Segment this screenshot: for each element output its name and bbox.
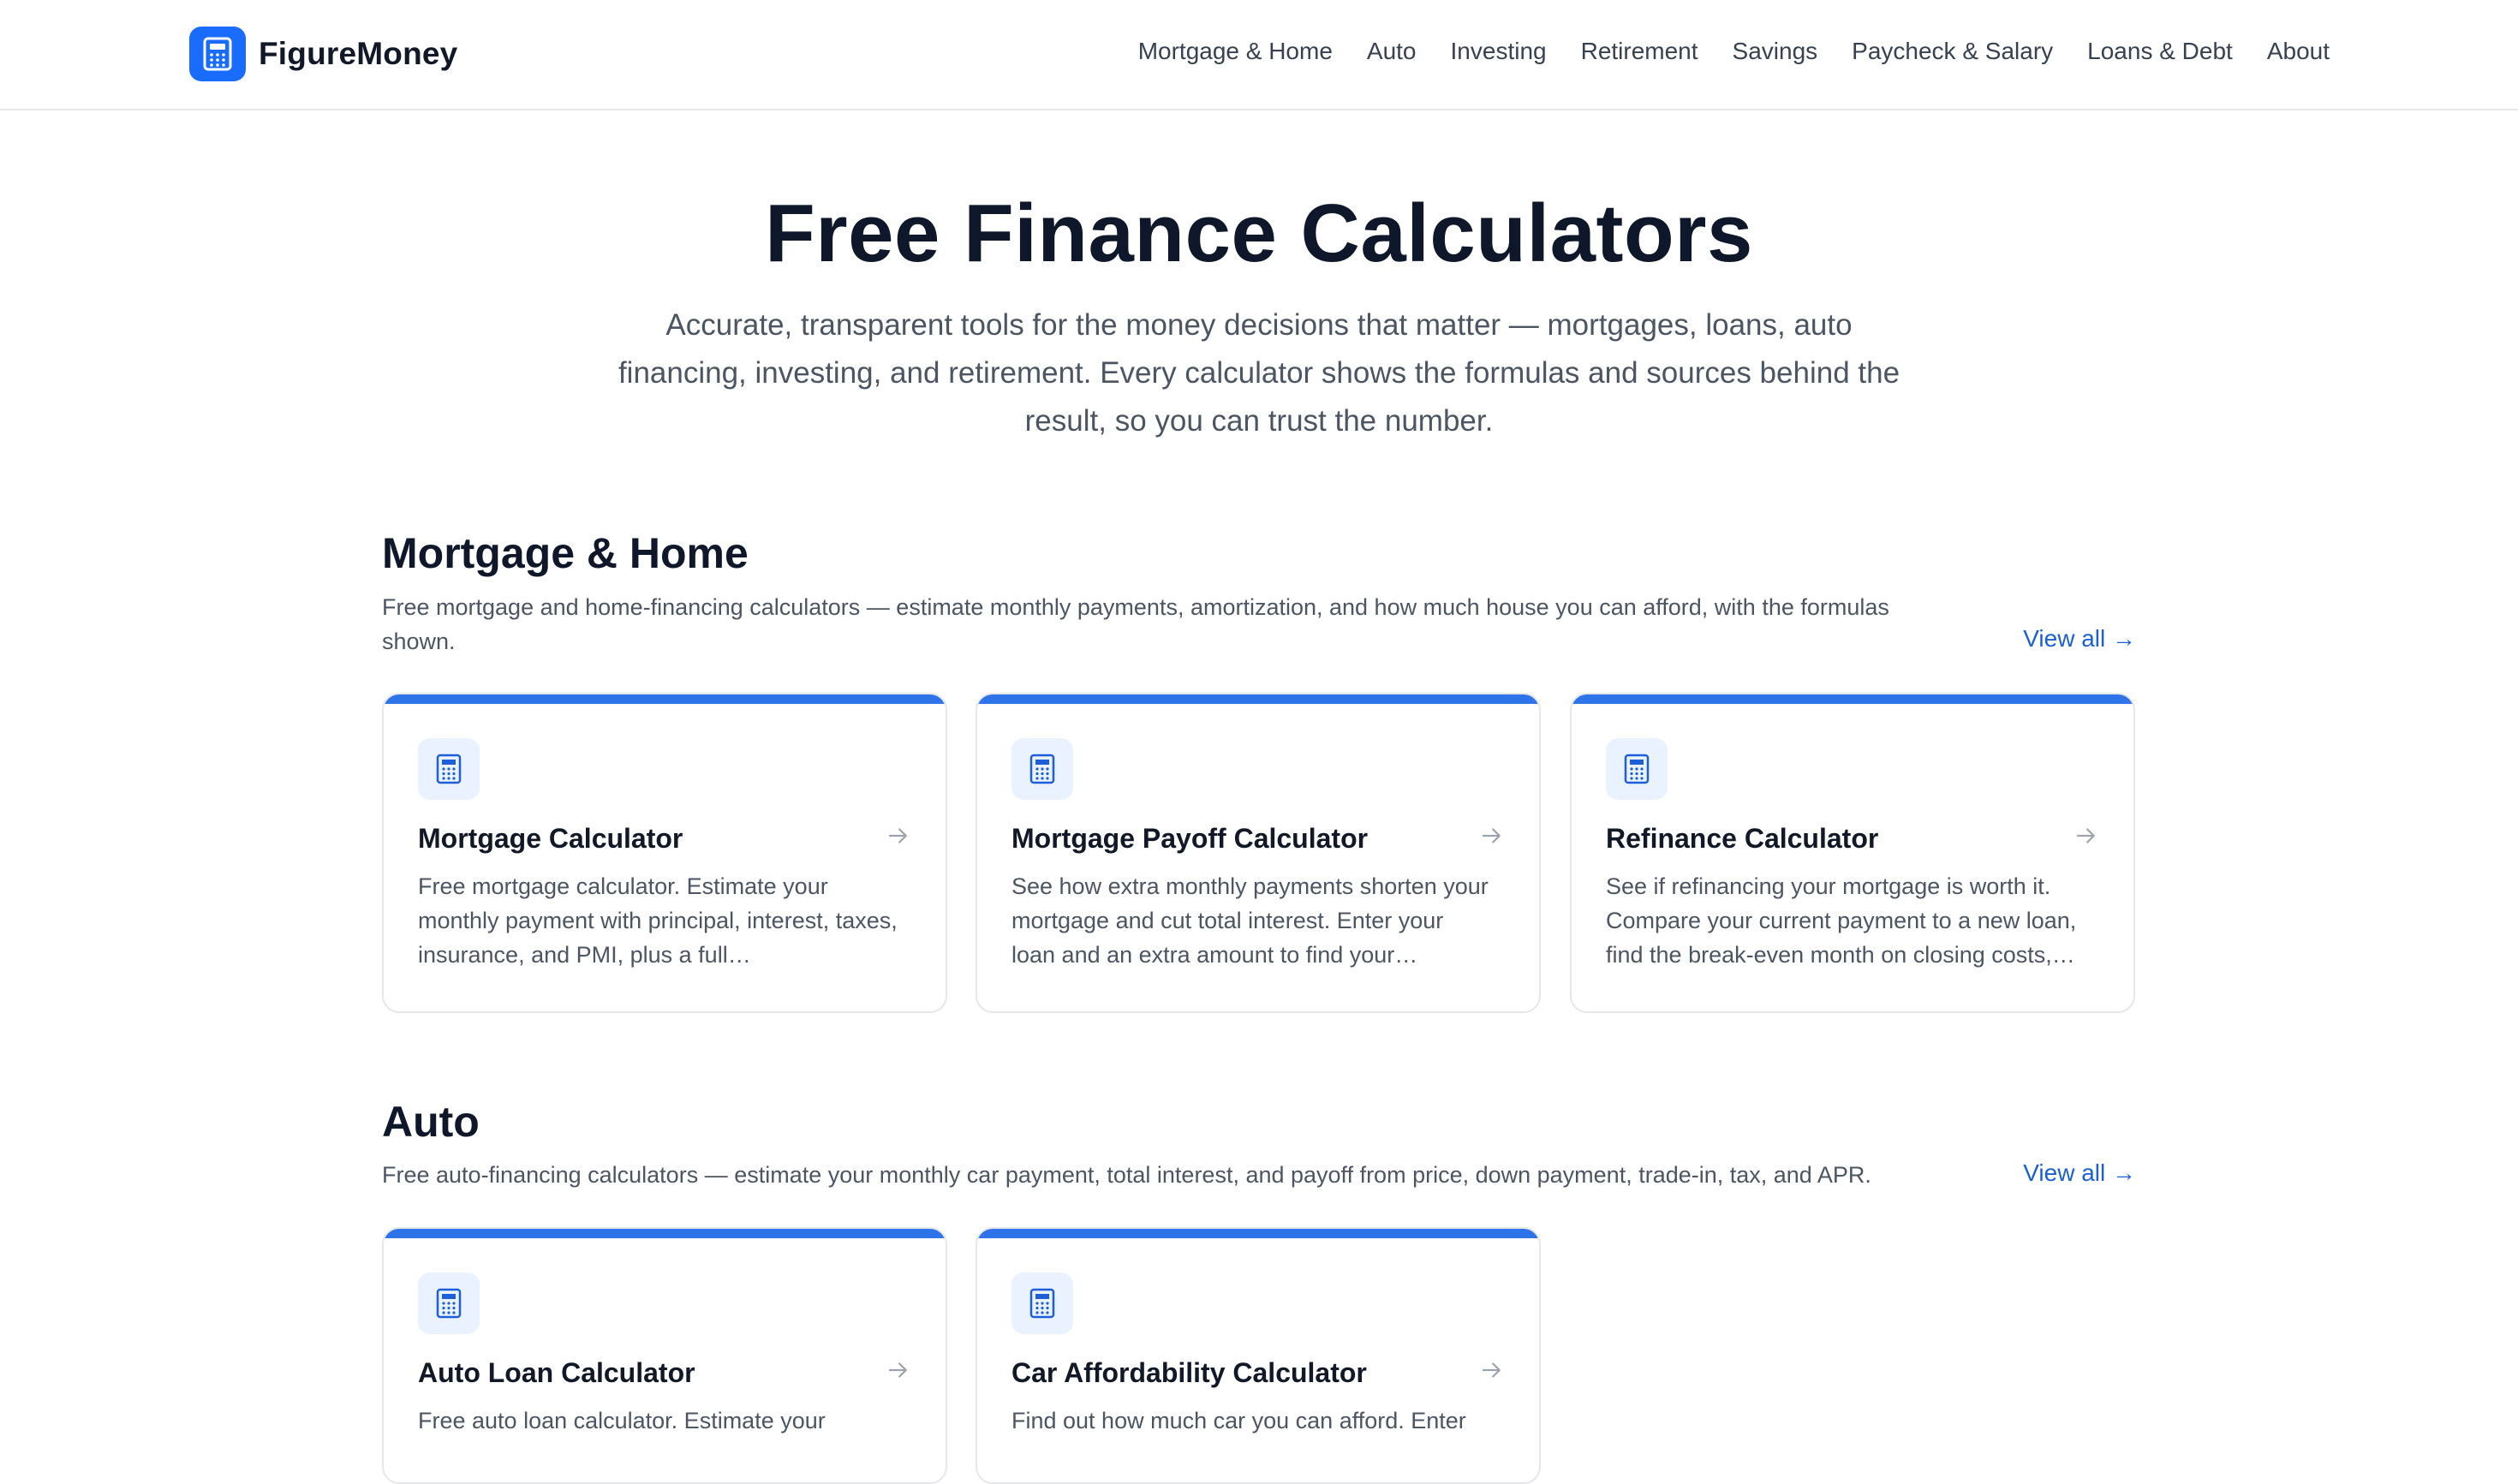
card-title: Auto Loan Calculator <box>418 1357 695 1388</box>
site-header: FigureMoney Mortgage & Home Auto Investi… <box>0 0 2518 110</box>
card-title: Car Affordability Calculator <box>1011 1357 1367 1388</box>
section-description-mortgage-home: Free mortgage and home-financing calcula… <box>382 594 1889 654</box>
card-description: Free mortgage calculator. Estimate your … <box>418 873 898 968</box>
calculator-icon <box>418 1272 480 1334</box>
nav-mortgage-home[interactable]: Mortgage & Home <box>1138 38 1333 65</box>
arrow-right-icon <box>2076 828 2095 843</box>
arrow-right-icon <box>1482 1362 1501 1378</box>
main-nav: Mortgage & Home Auto Investing Retiremen… <box>1138 38 2330 65</box>
card-accent-bar <box>977 694 1539 704</box>
arrow-right-icon <box>888 1362 907 1378</box>
calculator-icon <box>418 738 480 800</box>
section-title-mortgage-home: Mortgage & Home <box>382 529 749 577</box>
calculator-logo-icon[interactable] <box>189 27 246 81</box>
nav-auto[interactable]: Auto <box>1367 38 1417 65</box>
section-title-auto: Auto <box>382 1098 480 1146</box>
card-description: Find out how much car you can afford. En… <box>1011 1408 1466 1433</box>
section-description-auto: Free auto-financing calculators — estima… <box>382 1162 1871 1188</box>
card-description: See how extra monthly payments shorten y… <box>1011 873 1489 968</box>
page-title: Free Finance Calculators <box>765 188 1753 279</box>
arrow-right-icon <box>888 828 907 843</box>
card-mortgage-payoff-calculator[interactable]: Mortgage Payoff Calculator See how extra… <box>976 693 1541 1013</box>
brand-name[interactable]: FigureMoney <box>259 36 457 72</box>
card-accent-bar <box>384 694 946 704</box>
nav-loans-debt[interactable]: Loans & Debt <box>2087 38 2233 65</box>
nav-investing[interactable]: Investing <box>1451 38 1547 65</box>
card-mortgage-calculator[interactable]: Mortgage Calculator Free mortgage calcul… <box>382 693 947 1013</box>
card-title: Mortgage Payoff Calculator <box>1011 823 1369 854</box>
card-accent-bar <box>384 1229 946 1238</box>
card-accent-bar <box>977 1229 1539 1238</box>
card-description: Free auto loan calculator. Estimate your <box>418 1408 826 1433</box>
calculator-icon <box>1011 738 1073 800</box>
card-description: See if refinancing your mortgage is wort… <box>1606 873 2077 968</box>
card-car-affordability-calculator[interactable]: Car Affordability Calculator Find out ho… <box>976 1227 1541 1484</box>
view-all-auto-link[interactable]: View all → <box>2023 1159 2136 1187</box>
card-accent-bar <box>1572 694 2133 704</box>
nav-paycheck-salary[interactable]: Paycheck & Salary <box>1852 38 2053 65</box>
nav-savings[interactable]: Savings <box>1733 38 1818 65</box>
card-title: Mortgage Calculator <box>418 823 683 854</box>
nav-about[interactable]: About <box>2267 38 2330 65</box>
calculator-icon <box>1606 738 1668 800</box>
view-all-mortgage-home-link[interactable]: View all → <box>2023 625 2136 653</box>
nav-retirement[interactable]: Retirement <box>1581 38 1698 65</box>
card-title: Refinance Calculator <box>1606 823 1879 854</box>
calculator-icon <box>1011 1272 1073 1334</box>
card-auto-loan-calculator[interactable]: Auto Loan Calculator Free auto loan calc… <box>382 1227 947 1484</box>
arrow-right-icon <box>1482 828 1501 843</box>
hero-subtitle: Accurate, transparent tools for the mone… <box>618 308 1900 438</box>
card-refinance-calculator[interactable]: Refinance Calculator See if refinancing … <box>1570 693 2135 1013</box>
